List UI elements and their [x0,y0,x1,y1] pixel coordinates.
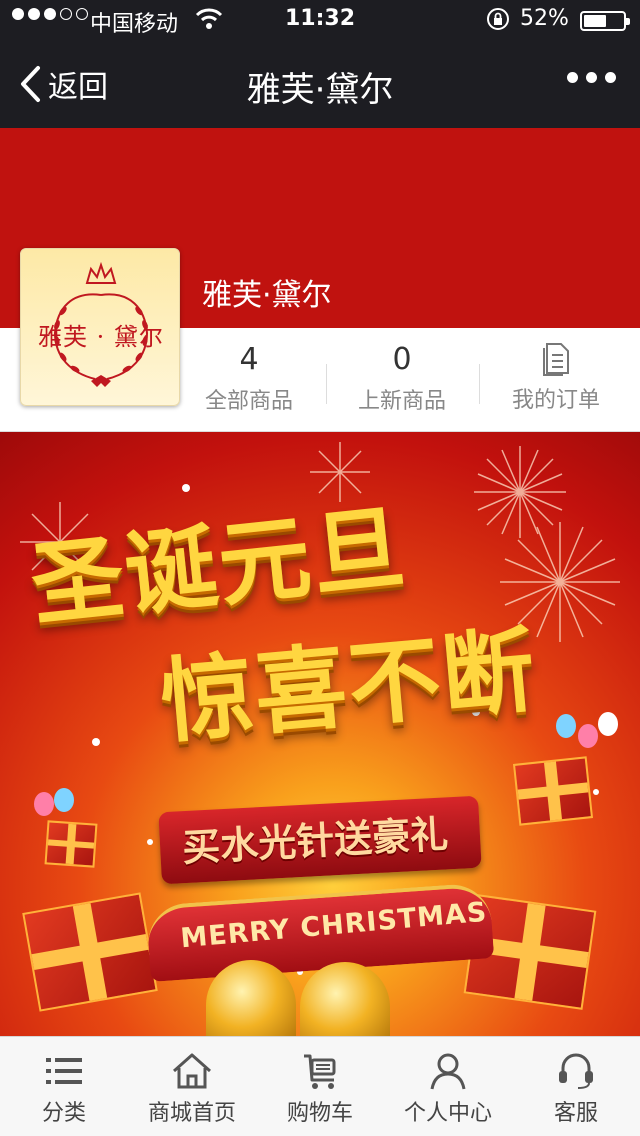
stat-my-orders[interactable]: 我的订单 [481,342,631,414]
balloon-icon [34,792,54,816]
store-name: 雅芙·黛尔 [202,278,332,313]
stat-all-products[interactable]: 4 全部商品 [174,342,324,415]
nav-bar: 返回 雅芙·黛尔 [0,40,640,128]
stat-new-products-label: 上新商品 [357,389,446,414]
tab-profile[interactable]: 个人中心 [384,1037,512,1136]
more-menu-button[interactable] [567,72,616,83]
tab-home[interactable]: 商城首页 [128,1037,256,1136]
divider [479,364,480,404]
tab-category-label: 分类 [41,1101,86,1126]
page-title: 雅芙·黛尔 [246,70,394,110]
promo-banner[interactable]: 圣诞元旦 惊喜不断 买水光针送豪礼 MERRY CHRISTMAS [0,432,640,1036]
tab-customer-service-label: 客服 [553,1101,598,1126]
list-icon [46,1058,82,1084]
battery-icon [580,11,630,31]
bottom-tab-bar: 分类 商城首页 购物车 个人中心 客服 [0,1036,640,1136]
store-logo: 雅芙 · 黛尔 [20,248,180,406]
gift-box-icon [512,756,594,826]
cart-icon [304,1054,336,1089]
home-icon [173,1053,211,1089]
document-icon [543,343,569,376]
battery-percent: 52% [520,6,569,31]
gift-box-icon [22,892,158,1012]
headset-icon [559,1053,593,1089]
balloon-icon [556,714,576,738]
person-icon [430,1053,466,1090]
status-bar: 中国移动 11:32 52% [0,0,640,40]
stat-my-orders-label: 我的订单 [511,388,600,413]
tab-customer-service[interactable]: 客服 [512,1037,640,1136]
balloon-icon [54,788,74,812]
balloon-icon [598,712,618,736]
tab-profile-label: 个人中心 [403,1101,492,1126]
tab-cart[interactable]: 购物车 [256,1037,384,1136]
stat-all-products-label: 全部商品 [204,389,293,414]
tab-home-label: 商城首页 [147,1101,236,1126]
logo-text: 雅芙 · 黛尔 [38,323,164,351]
more-dots-icon [567,72,578,83]
gift-box-icon [44,820,98,868]
stat-new-products[interactable]: 0 上新商品 [327,342,477,415]
balloon-icon [578,724,598,748]
stat-all-products-count: 4 [239,342,259,377]
tab-category[interactable]: 分类 [0,1037,128,1136]
rotation-lock-icon [486,7,510,37]
stat-new-products-count: 0 [392,342,412,377]
tab-cart-label: 购物车 [286,1101,353,1126]
